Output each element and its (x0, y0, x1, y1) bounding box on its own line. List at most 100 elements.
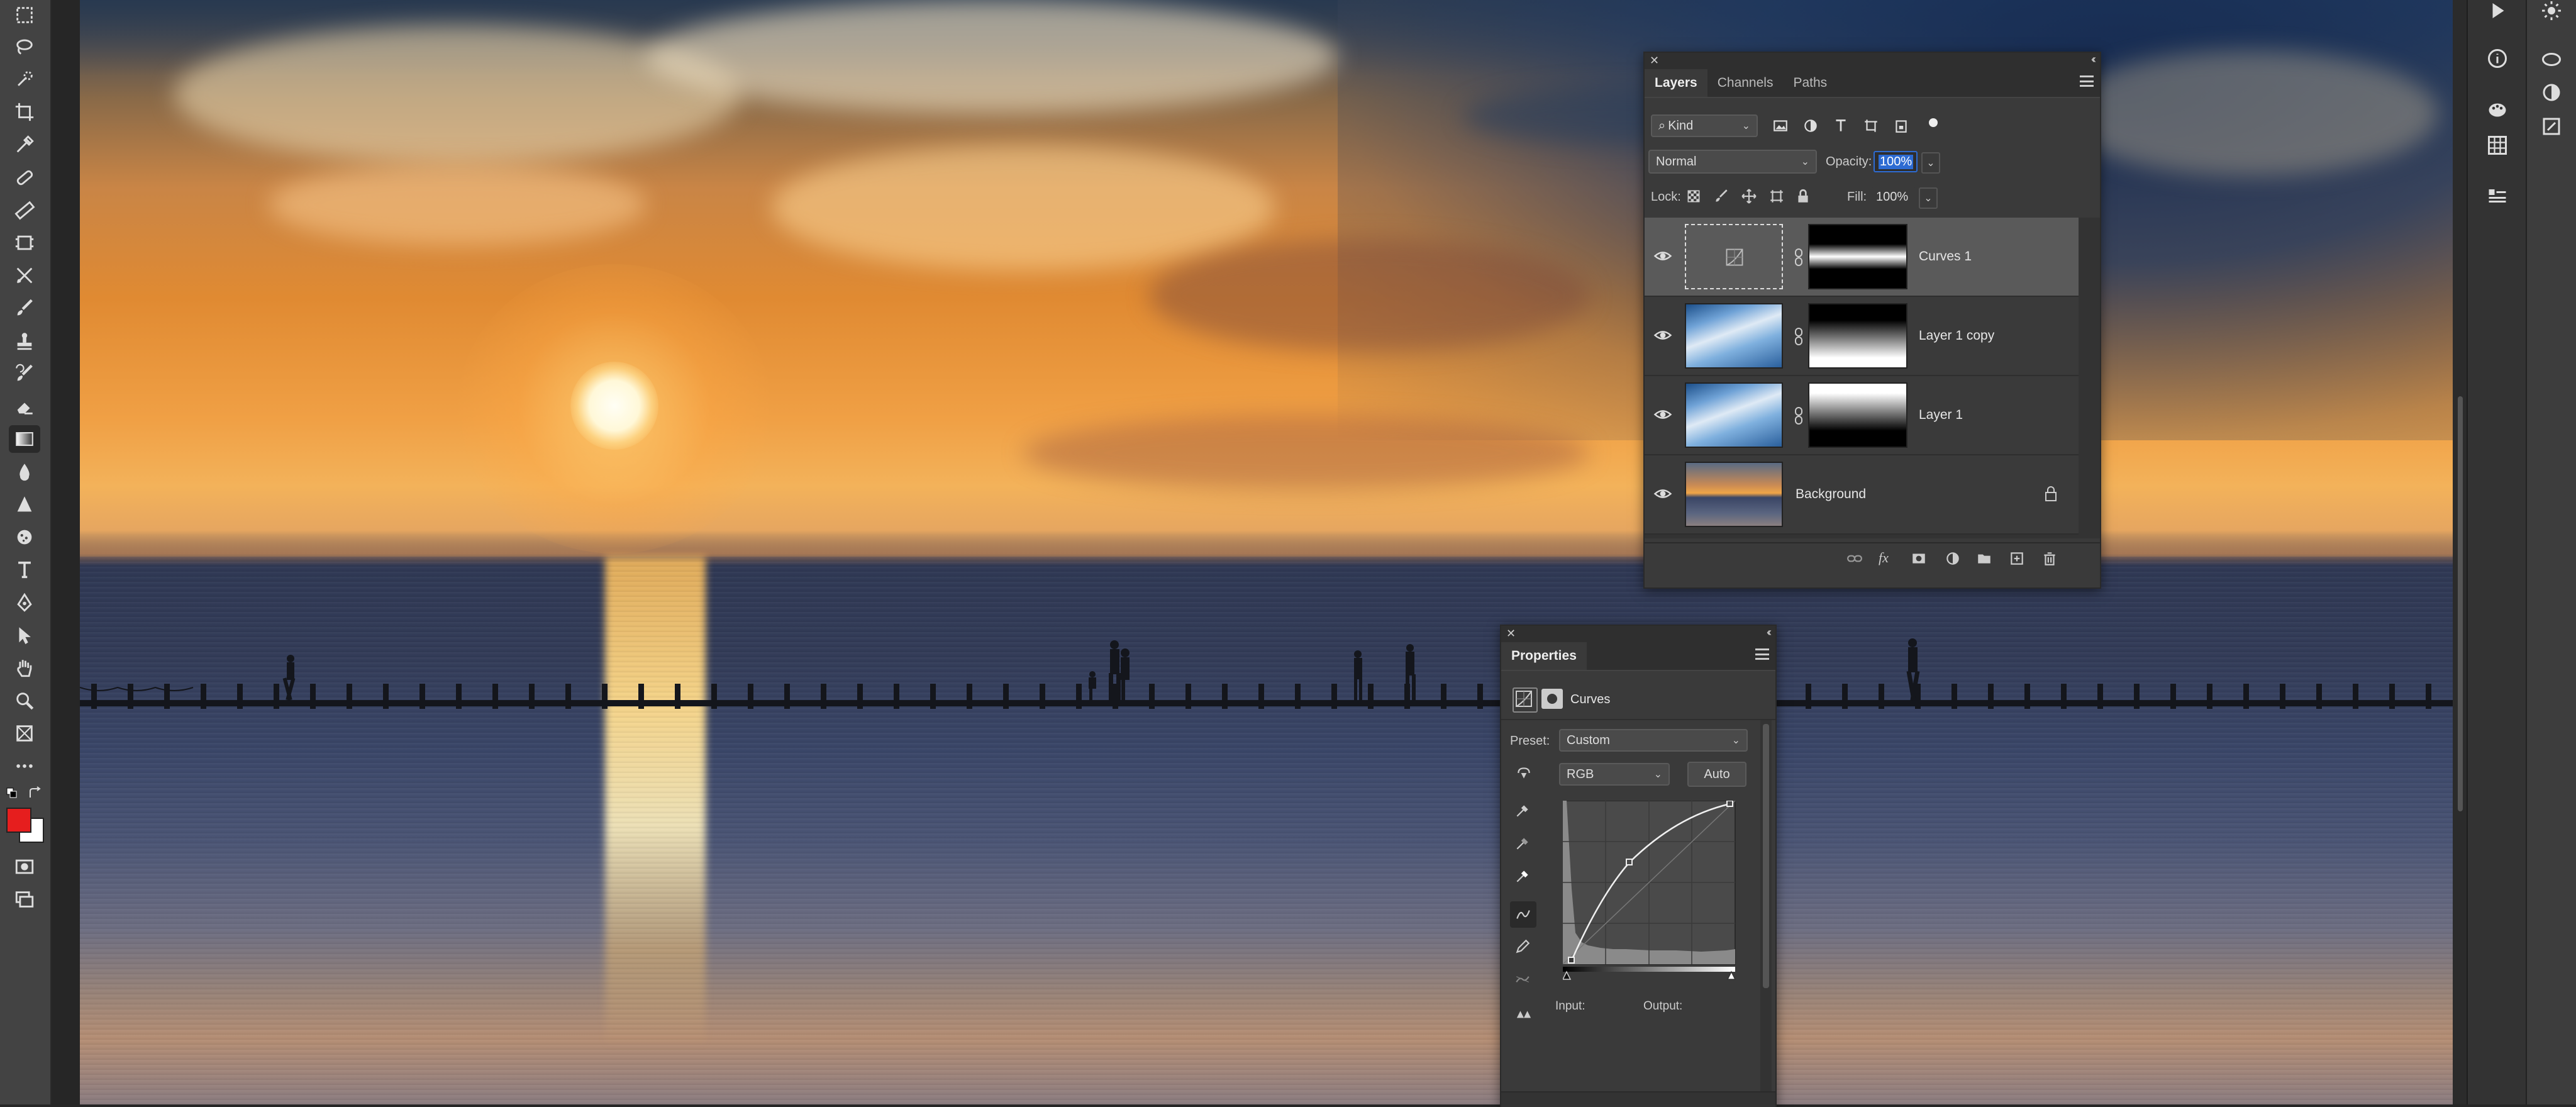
brightness-icon[interactable] (2537, 0, 2566, 25)
link-layers-icon[interactable] (1845, 548, 1865, 569)
layer-row-background[interactable]: Background (1645, 455, 2079, 535)
gradient-icon[interactable] (9, 425, 40, 453)
black-point-eyedropper-icon[interactable] (1513, 801, 1533, 821)
zoom-icon[interactable] (9, 687, 40, 715)
collapse-icon[interactable]: ‹‹ (2091, 53, 2096, 66)
sponge-icon[interactable] (9, 523, 40, 551)
new-layer-icon[interactable] (2007, 548, 2027, 569)
visibility-eye-icon[interactable] (1653, 484, 1672, 503)
link-chain-icon[interactable] (1793, 327, 1804, 346)
quick-select-icon[interactable] (9, 65, 40, 93)
new-group-icon[interactable] (1974, 548, 1994, 569)
fx-icon[interactable]: fx (1879, 550, 1889, 566)
fill-chevron-icon[interactable]: ⌄ (1919, 187, 1938, 209)
layer-mask-thumbnail[interactable] (1808, 303, 1907, 369)
properties-scrollbar-thumb[interactable] (1763, 724, 1769, 988)
eraser-icon[interactable] (9, 392, 40, 420)
visibility-eye-icon[interactable] (1653, 326, 1672, 345)
adjustments-icon[interactable] (2537, 78, 2566, 107)
swatches-grid-icon[interactable] (2483, 131, 2512, 160)
clipping-warning-icon[interactable] (1511, 1003, 1536, 1023)
content-aware-move-icon[interactable] (9, 262, 40, 289)
auto-button[interactable]: Auto (1687, 762, 1746, 787)
layer-row-curves-1[interactable]: Curves 1 (1645, 218, 2079, 297)
brush-icon[interactable] (9, 294, 40, 322)
foreground-color-swatch[interactable] (6, 808, 31, 833)
lasso-icon[interactable] (9, 33, 40, 60)
path-select-icon[interactable] (9, 621, 40, 649)
curves-adjustment-icon[interactable] (1513, 687, 1538, 713)
stamp-icon[interactable] (2483, 182, 2512, 211)
delete-layer-icon[interactable] (2040, 548, 2060, 569)
filter-shape-icon[interactable] (1861, 116, 1881, 136)
lock-all-icon[interactable] (1793, 186, 1813, 206)
type-icon[interactable] (9, 556, 40, 584)
marquee-icon[interactable] (9, 1, 40, 29)
white-point-eyedropper-icon[interactable] (1513, 866, 1533, 886)
swap-colors-icon[interactable] (28, 786, 42, 800)
close-icon[interactable]: ✕ (1506, 627, 1516, 640)
layer-row-layer-1[interactable]: Layer 1 (1645, 376, 2079, 455)
quick-mask-icon[interactable] (9, 853, 40, 881)
add-mask-icon[interactable] (1909, 548, 1929, 569)
play-icon[interactable] (2483, 0, 2512, 25)
sharpen-icon[interactable] (9, 491, 40, 518)
styles-icon[interactable] (2537, 112, 2566, 141)
screen-mode-icon[interactable] (9, 886, 40, 913)
lock-pixels-icon[interactable] (1711, 186, 1731, 206)
spot-heal-icon[interactable] (9, 164, 40, 191)
edit-points-icon[interactable] (1510, 901, 1536, 928)
visibility-eye-icon[interactable] (1653, 405, 1672, 424)
layer-mask-thumbnail[interactable] (1808, 224, 1907, 289)
tab-paths[interactable]: Paths (1783, 69, 1837, 97)
gray-point-eyedropper-icon[interactable] (1513, 833, 1533, 854)
ruler-icon[interactable] (9, 196, 40, 224)
blend-mode-dropdown[interactable]: Normal ⌄ (1648, 150, 1817, 174)
tab-layers[interactable]: Layers (1645, 69, 1707, 97)
link-chain-icon[interactable] (1793, 248, 1804, 267)
panel-menu-icon[interactable] (1755, 648, 1769, 660)
opacity-input[interactable]: 100% (1874, 151, 1918, 172)
tab-channels[interactable]: Channels (1707, 69, 1784, 97)
layer-mask-thumbnail[interactable] (1808, 382, 1907, 448)
filter-type-icon[interactable] (1831, 116, 1851, 136)
layer-row-layer-1-copy[interactable]: Layer 1 copy (1645, 297, 2079, 376)
channel-dropdown[interactable]: RGB ⌄ (1559, 763, 1670, 786)
lock-artboard-icon[interactable] (1767, 186, 1787, 206)
frame-select-icon[interactable] (9, 229, 40, 257)
frame-icon[interactable] (9, 720, 40, 747)
hand-icon[interactable] (9, 654, 40, 682)
pen-icon[interactable] (9, 589, 40, 616)
info-icon[interactable] (2483, 44, 2512, 73)
cloud-icon[interactable] (2537, 44, 2566, 73)
new-adjustment-icon[interactable] (1943, 548, 1963, 569)
smooth-curve-icon[interactable] (1513, 969, 1533, 989)
opacity-chevron-icon[interactable]: ⌄ (1921, 152, 1940, 174)
targeted-adjustment-icon[interactable] (1511, 762, 1536, 784)
filter-pixel-icon[interactable] (1770, 116, 1790, 136)
color-palette-icon[interactable] (2483, 96, 2512, 125)
draw-pencil-icon[interactable] (1513, 937, 1533, 957)
eyedropper-icon[interactable] (9, 131, 40, 159)
mask-properties-icon[interactable] (1541, 689, 1563, 709)
filter-smart-object-icon[interactable] (1891, 116, 1911, 136)
filter-adjustment-icon[interactable] (1801, 116, 1821, 136)
close-icon[interactable]: ✕ (1650, 54, 1659, 67)
lock-position-icon[interactable] (1739, 186, 1759, 206)
visibility-eye-icon[interactable] (1653, 247, 1672, 265)
more-icon[interactable] (9, 752, 40, 780)
filter-kind-dropdown[interactable]: ⌕ Kind ⌄ (1651, 114, 1758, 137)
filter-toggle-icon[interactable] (1929, 118, 1938, 127)
clone-stamp-icon[interactable] (9, 327, 40, 355)
tab-properties[interactable]: Properties (1501, 642, 1587, 670)
crop-icon[interactable] (9, 98, 40, 126)
blur-icon[interactable] (9, 458, 40, 486)
canvas-scrollbar-thumb[interactable] (2458, 396, 2463, 811)
history-brush-icon[interactable] (9, 360, 40, 387)
fill-input[interactable]: 100% (1871, 186, 1916, 208)
curves-graph[interactable] (1563, 801, 1739, 983)
panel-menu-icon[interactable] (2080, 75, 2094, 87)
collapse-icon[interactable]: ‹‹ (1767, 626, 1772, 639)
lock-transparent-icon[interactable] (1684, 186, 1704, 206)
link-chain-icon[interactable] (1793, 406, 1804, 425)
